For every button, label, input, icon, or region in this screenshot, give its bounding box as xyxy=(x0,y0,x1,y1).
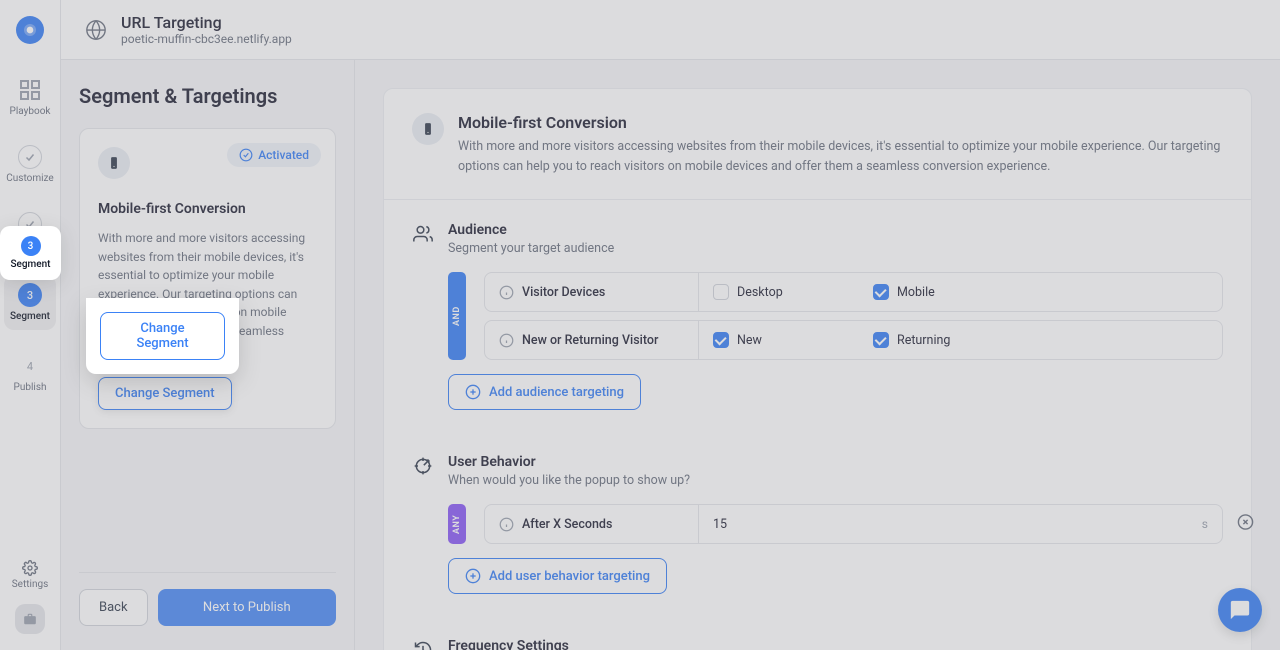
tour-highlight-step[interactable]: 3 Segment xyxy=(0,226,61,280)
remove-rule-button[interactable] xyxy=(1237,514,1254,535)
step-label: Publish xyxy=(14,382,47,393)
checkbox-new[interactable]: New xyxy=(713,332,813,348)
audience-subtitle: Segment your target audience xyxy=(448,241,614,256)
change-segment-button[interactable]: Change Segment xyxy=(98,377,232,410)
chat-fab[interactable] xyxy=(1218,588,1262,632)
rule-new-returning: New or Returning Visitor New Returning xyxy=(484,320,1223,360)
step-label: Customize xyxy=(6,173,53,184)
history-icon xyxy=(412,640,434,650)
frequency-title: Frequency Settings xyxy=(448,638,690,650)
target-icon xyxy=(412,456,434,476)
rule-label-text: Visitor Devices xyxy=(522,285,605,300)
mobile-icon xyxy=(412,113,444,145)
activated-badge: Activated xyxy=(227,143,321,167)
behavior-title: User Behavior xyxy=(448,454,690,470)
info-icon[interactable] xyxy=(499,333,514,348)
close-circle-icon xyxy=(1237,514,1254,531)
checkbox-returning[interactable]: Returning xyxy=(873,332,973,348)
step-label: Segment xyxy=(10,311,50,322)
back-button[interactable]: Back xyxy=(79,589,148,626)
seconds-input[interactable]: 15 s xyxy=(699,505,1222,543)
segment-card: Activated Mobile-first Conversion With m… xyxy=(79,128,336,429)
main-title: Mobile-first Conversion xyxy=(458,113,1223,132)
step-customize[interactable]: Customize xyxy=(0,141,60,188)
divider xyxy=(79,572,336,573)
divider xyxy=(384,199,1251,200)
step-segment[interactable]: 3 Segment xyxy=(4,275,56,330)
checkbox-mobile[interactable]: Mobile xyxy=(873,284,973,300)
rule-visitor-devices: Visitor Devices Desktop Mobile xyxy=(484,272,1223,312)
app-logo[interactable] xyxy=(16,16,44,44)
settings-label: Settings xyxy=(12,579,49,590)
check-circle-icon xyxy=(239,148,253,162)
step-number: 4 xyxy=(18,354,42,378)
chat-icon xyxy=(1229,599,1251,621)
sidebar-widget[interactable] xyxy=(15,604,45,634)
segment-title: Mobile-first Conversion xyxy=(98,201,317,217)
people-icon xyxy=(412,224,434,244)
header: URL Targeting poetic-muffin-cbc3ee.netli… xyxy=(61,0,1280,60)
rule-label-text: New or Returning Visitor xyxy=(522,333,658,348)
main-area: Mobile-first Conversion With more and mo… xyxy=(355,60,1280,650)
behavior-subtitle: When would you like the popup to show up… xyxy=(448,473,690,488)
gear-icon xyxy=(22,560,38,576)
panel-title: Segment & Targetings xyxy=(79,84,336,108)
audience-title: Audience xyxy=(448,222,614,238)
main-card: Mobile-first Conversion With more and mo… xyxy=(383,88,1252,650)
activated-label: Activated xyxy=(258,148,309,162)
page-subtitle: poetic-muffin-cbc3ee.netlify.app xyxy=(121,32,292,46)
logic-any: ANY xyxy=(448,504,466,544)
mobile-icon xyxy=(98,147,130,179)
info-icon[interactable] xyxy=(499,285,514,300)
page-title: URL Targeting xyxy=(121,13,292,32)
sidebar: Playbook Customize Style 3 Segment 4 Pub… xyxy=(0,0,61,650)
step-label: Playbook xyxy=(10,106,51,117)
add-behavior-button[interactable]: Add user behavior targeting xyxy=(448,558,667,594)
briefcase-icon xyxy=(23,612,37,626)
tour-highlight-change: Change Segment xyxy=(86,298,239,374)
info-icon[interactable] xyxy=(499,517,514,532)
globe-icon xyxy=(85,19,107,41)
add-audience-button[interactable]: Add audience targeting xyxy=(448,374,641,410)
rule-label-text: After X Seconds xyxy=(522,517,612,532)
step-playbook[interactable]: Playbook xyxy=(0,74,60,121)
rule-after-seconds: After X Seconds 15 s xyxy=(484,504,1223,544)
step-number: 3 xyxy=(18,283,42,307)
sidebar-settings[interactable]: Settings xyxy=(12,560,49,590)
change-segment-button-highlight[interactable]: Change Segment xyxy=(100,312,225,360)
check-icon xyxy=(18,145,42,169)
plus-circle-icon xyxy=(465,568,481,584)
plus-circle-icon xyxy=(465,384,481,400)
grid-icon xyxy=(18,78,42,102)
next-button[interactable]: Next to Publish xyxy=(158,589,336,626)
logic-and: AND xyxy=(448,272,466,360)
step-publish[interactable]: 4 Publish xyxy=(0,350,60,397)
checkbox-desktop[interactable]: Desktop xyxy=(713,284,813,300)
main-description: With more and more visitors accessing we… xyxy=(458,137,1223,177)
